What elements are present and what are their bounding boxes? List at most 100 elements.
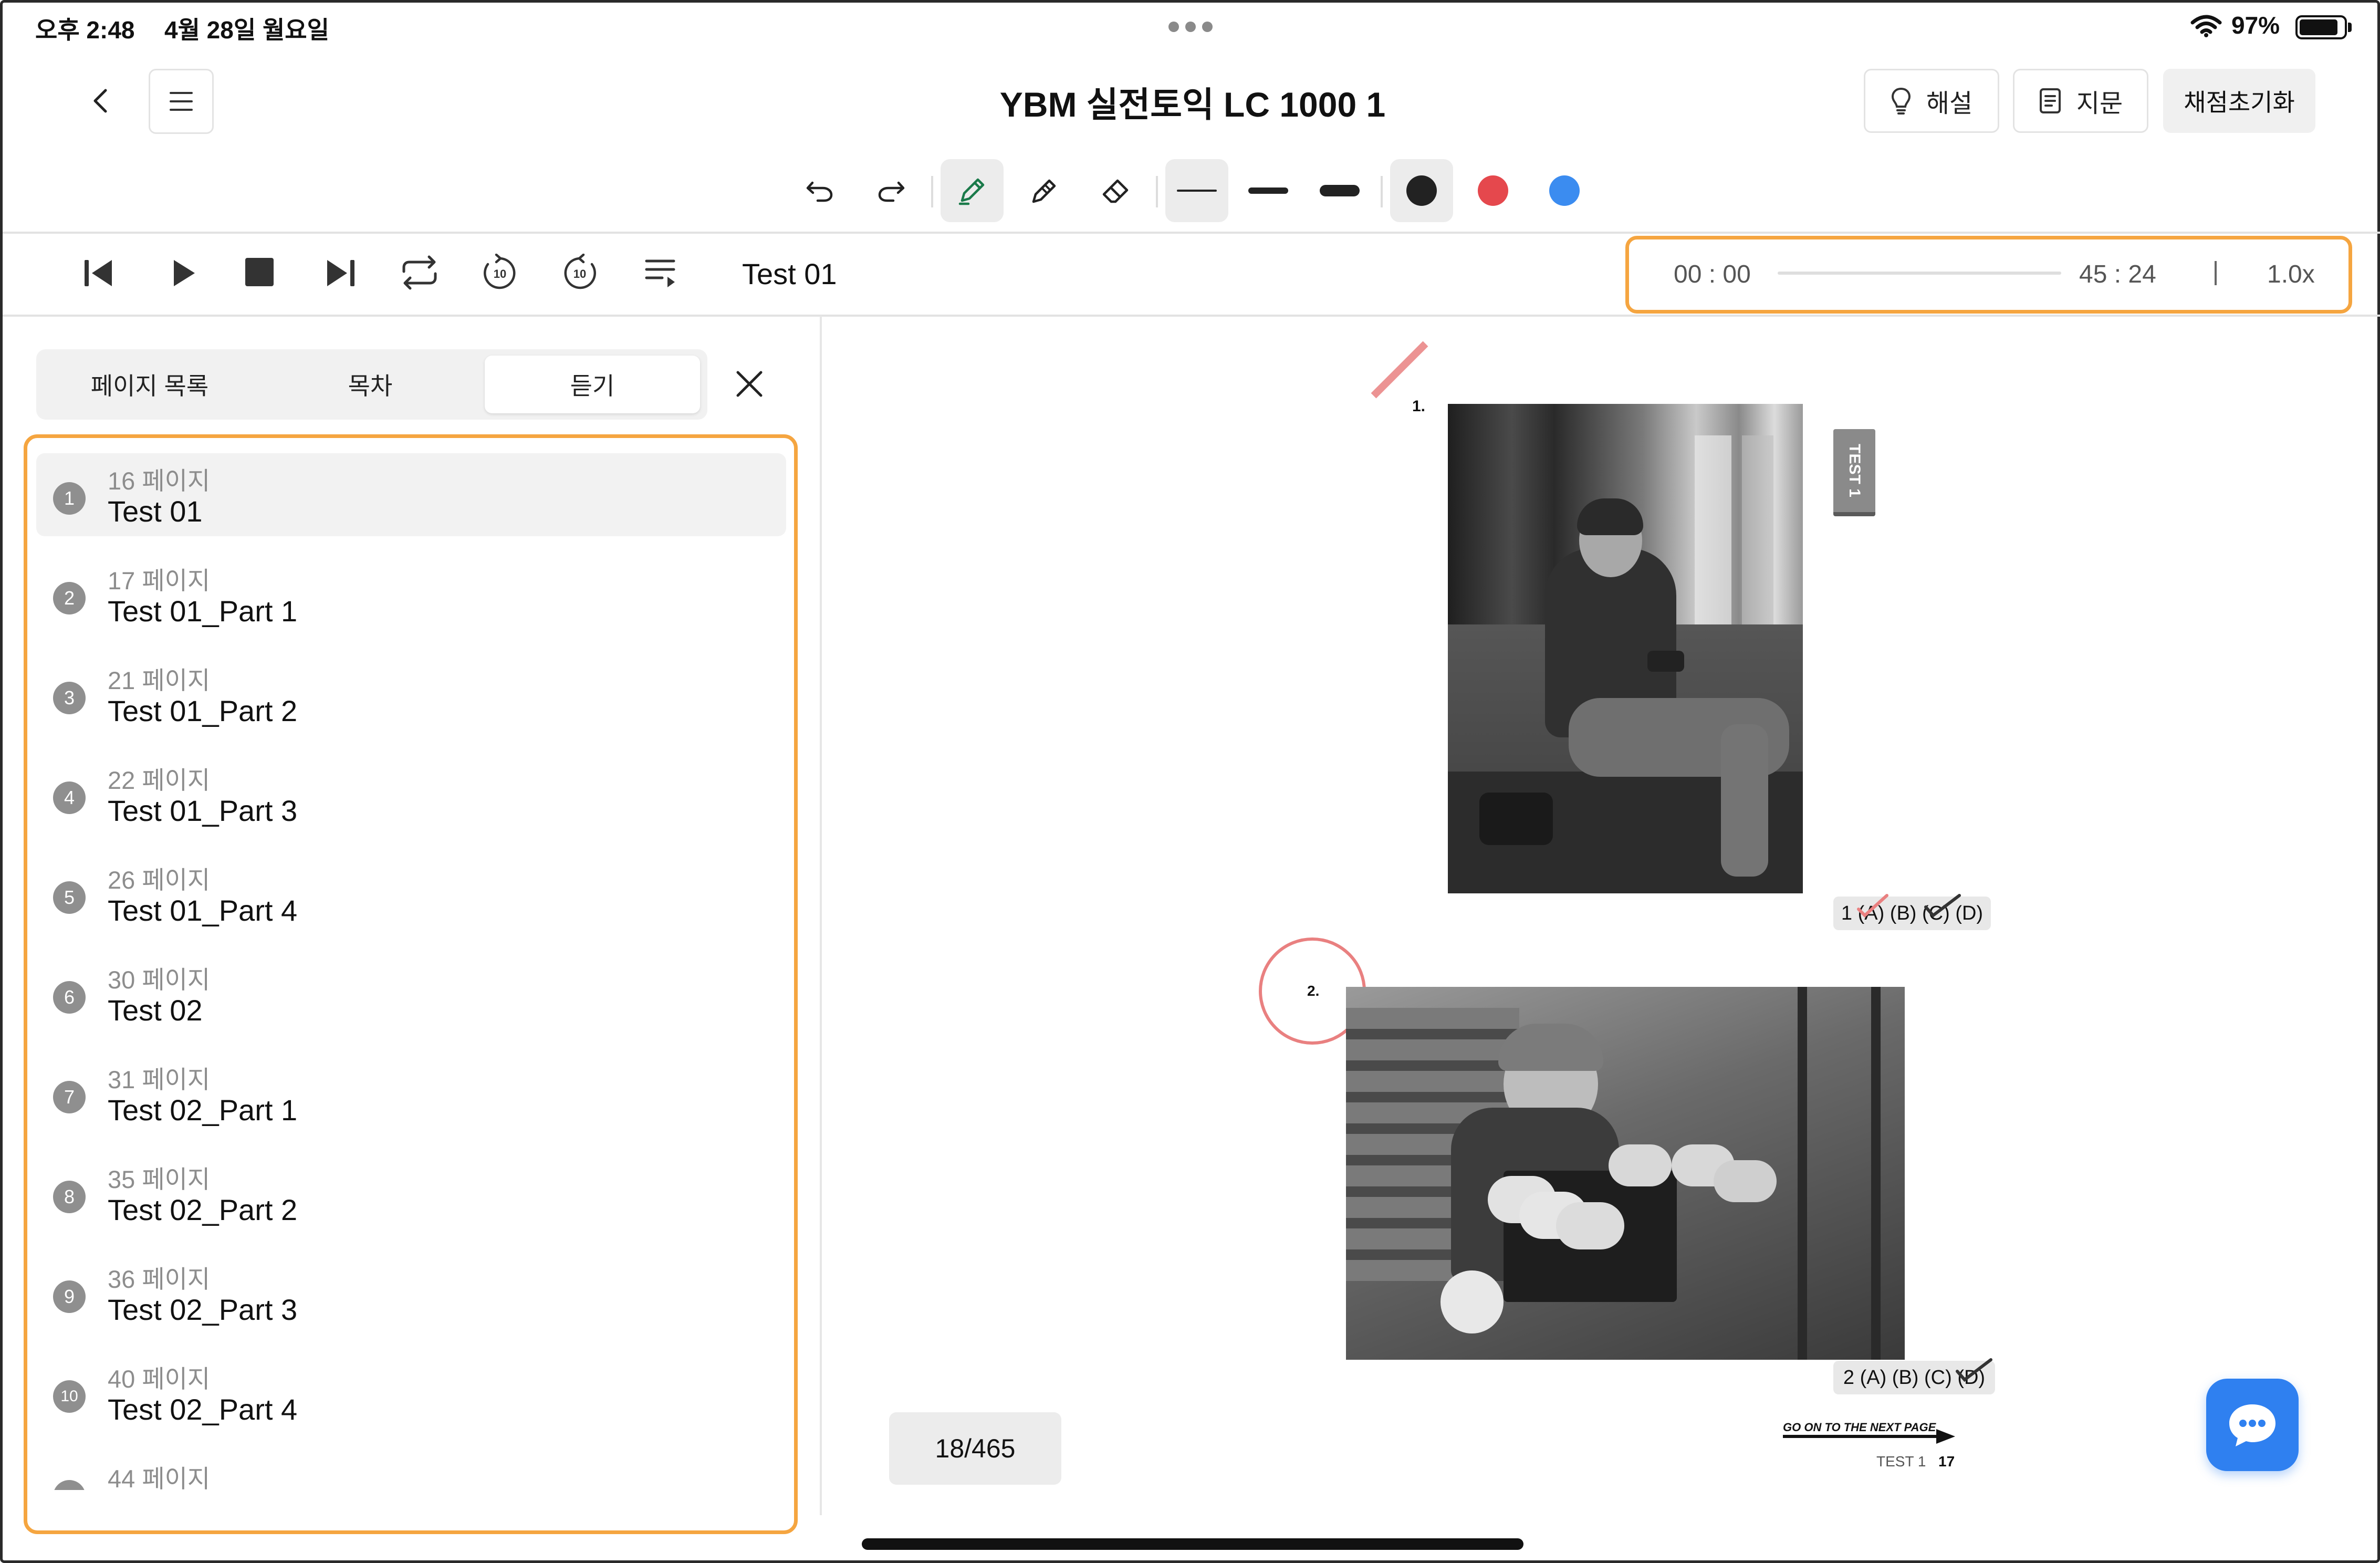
toc-item[interactable]: 6 30 페이지 Test 02 bbox=[29, 952, 785, 1035]
close-icon[interactable] bbox=[735, 369, 764, 399]
back-icon[interactable] bbox=[91, 88, 109, 113]
question-2-label: 2. bbox=[1307, 983, 1320, 999]
redo-button[interactable] bbox=[860, 159, 923, 222]
multitask-dots-icon[interactable] bbox=[1168, 22, 1217, 33]
stroke-medium-button[interactable] bbox=[1237, 159, 1300, 222]
medium-line-icon bbox=[1248, 187, 1288, 194]
toc-item-title: Test 01 bbox=[108, 495, 203, 528]
black-check-mark bbox=[1956, 1358, 1992, 1382]
toc-item-page: 26 페이지 bbox=[108, 866, 211, 894]
toc-item[interactable]: 10 40 페이지 Test 02_Part 4 bbox=[29, 1351, 785, 1434]
stroke-thick-button[interactable] bbox=[1308, 159, 1371, 222]
question-2-photo bbox=[1346, 987, 1905, 1360]
svg-text:10: 10 bbox=[494, 267, 506, 280]
pen-tool-button[interactable] bbox=[941, 159, 1004, 222]
tab-listening[interactable]: 듣기 bbox=[485, 356, 700, 413]
color-blue-swatch bbox=[1549, 175, 1580, 206]
status-date: 4월 28일 월요일 bbox=[164, 16, 329, 44]
highlighter-tool-button[interactable] bbox=[1012, 159, 1075, 222]
play-icon[interactable] bbox=[170, 258, 197, 288]
toc-item-title: Test 02_Part 3 bbox=[108, 1293, 298, 1326]
toc-item-page: 17 페이지 bbox=[108, 567, 211, 595]
toc-item-page: 36 페이지 bbox=[108, 1265, 211, 1293]
tab-contents[interactable]: 목차 bbox=[265, 356, 475, 413]
chat-icon bbox=[2229, 1404, 2275, 1446]
toc-item[interactable]: 2 17 페이지 Test 01_Part 1 bbox=[29, 553, 785, 636]
arrow-right-icon bbox=[1783, 1429, 1955, 1444]
page-indicator[interactable]: 18/465 bbox=[889, 1412, 1061, 1485]
toc-item-page: 21 페이지 bbox=[108, 666, 211, 694]
color-black-swatch bbox=[1406, 175, 1437, 206]
panel-divider bbox=[820, 316, 822, 1515]
toc-item[interactable]: 8 35 페이지 Test 02_Part 2 bbox=[29, 1152, 785, 1235]
toc-item-number: 1 bbox=[53, 482, 86, 515]
home-indicator bbox=[862, 1538, 1523, 1550]
divider bbox=[2215, 261, 2217, 285]
speed-button[interactable]: 1.0x bbox=[2267, 260, 2315, 289]
divider bbox=[3, 232, 2380, 234]
app-window: 오후 2:48 4월 28일 월요일 97% YBM 실전토익 LC 1000 … bbox=[0, 0, 2380, 1563]
divider bbox=[3, 315, 2380, 317]
eraser-tool-button[interactable] bbox=[1083, 159, 1146, 222]
toc-item-number: 4 bbox=[53, 781, 86, 814]
current-time: 00 : 00 bbox=[1674, 260, 1751, 288]
toc-item[interactable]: 3 21 페이지 Test 01_Part 2 bbox=[29, 653, 785, 736]
rewind-10-icon[interactable]: 10 bbox=[481, 254, 519, 293]
footer-test: TEST 1 bbox=[1876, 1453, 1926, 1470]
toc-item-page: 44 페이지 bbox=[108, 1465, 211, 1490]
repeat-icon[interactable] bbox=[399, 254, 441, 291]
explain-button[interactable]: 해설 bbox=[1864, 69, 1999, 133]
color-red-button[interactable] bbox=[1462, 159, 1525, 222]
toc-item[interactable]: 5 26 페이지 Test 01_Part 4 bbox=[29, 852, 785, 935]
toc-item-page: 22 페이지 bbox=[108, 766, 211, 794]
progress-slider[interactable] bbox=[1778, 272, 2061, 275]
wifi-icon bbox=[2190, 15, 2222, 37]
toc-list: 1 16 페이지 Test 01 2 17 페이지 Test 01_Part 1… bbox=[29, 440, 792, 1490]
toc-item-number: 3 bbox=[53, 682, 86, 714]
reset-grading-button[interactable]: 채점초기화 bbox=[2163, 69, 2315, 133]
toc-item[interactable]: 4 22 페이지 Test 01_Part 3 bbox=[29, 753, 785, 836]
undo-icon bbox=[806, 181, 833, 202]
toc-item-number: 9 bbox=[53, 1280, 86, 1313]
stroke-thin-button[interactable] bbox=[1165, 159, 1228, 222]
color-black-button[interactable] bbox=[1390, 159, 1453, 222]
toc-item-title: Test 01_Part 1 bbox=[108, 595, 298, 628]
toc-item[interactable]: 11 44 페이지 bbox=[29, 1451, 785, 1490]
tab-page-list[interactable]: 페이지 목록 bbox=[45, 356, 255, 413]
toc-item-number: 6 bbox=[53, 981, 86, 1014]
hamburger-icon bbox=[170, 92, 193, 111]
playlist-icon[interactable] bbox=[644, 257, 678, 288]
forward-10-icon[interactable]: 10 bbox=[560, 254, 599, 293]
black-check-mark bbox=[1924, 894, 1961, 918]
toc-item-number: 8 bbox=[53, 1181, 86, 1213]
toc-item[interactable]: 7 31 페이지 Test 02_Part 1 bbox=[29, 1052, 785, 1135]
skip-previous-icon[interactable] bbox=[81, 258, 115, 288]
question-1-photo bbox=[1448, 404, 1803, 893]
menu-button[interactable] bbox=[149, 69, 214, 134]
page-title: YBM 실전토익 LC 1000 1 bbox=[999, 85, 1386, 124]
skip-next-icon[interactable] bbox=[324, 258, 358, 288]
toc-item-number: 5 bbox=[53, 881, 86, 914]
color-red-swatch bbox=[1478, 175, 1508, 206]
side-tab-label: TEST 1 bbox=[1846, 444, 1864, 497]
undo-button[interactable] bbox=[788, 159, 851, 222]
toc-item-title: Test 02_Part 4 bbox=[108, 1393, 298, 1426]
document-icon bbox=[2039, 88, 2061, 113]
battery-icon bbox=[2295, 15, 2347, 39]
toc-item-title: Test 02_Part 1 bbox=[108, 1093, 298, 1127]
color-blue-button[interactable] bbox=[1533, 159, 1596, 222]
toc-item[interactable]: 1 16 페이지 Test 01 bbox=[29, 453, 785, 536]
toc-item-page: 31 페이지 bbox=[108, 1066, 211, 1093]
toc-item[interactable]: 9 36 페이지 Test 02_Part 3 bbox=[29, 1252, 785, 1335]
eraser-icon bbox=[1102, 179, 1129, 203]
thin-line-icon bbox=[1177, 190, 1217, 192]
toc-item-page: 40 페이지 bbox=[108, 1365, 211, 1393]
toc-item-title: Test 01_Part 2 bbox=[108, 694, 298, 727]
annotation-stroke bbox=[1371, 341, 1428, 399]
battery-percent: 97% bbox=[2231, 12, 2280, 39]
status-time: 오후 2:48 bbox=[35, 16, 135, 44]
chat-button[interactable] bbox=[2206, 1379, 2299, 1471]
toc-item-title: Test 02 bbox=[108, 994, 203, 1027]
stop-icon[interactable] bbox=[245, 258, 274, 286]
script-button[interactable]: 지문 bbox=[2013, 69, 2148, 133]
